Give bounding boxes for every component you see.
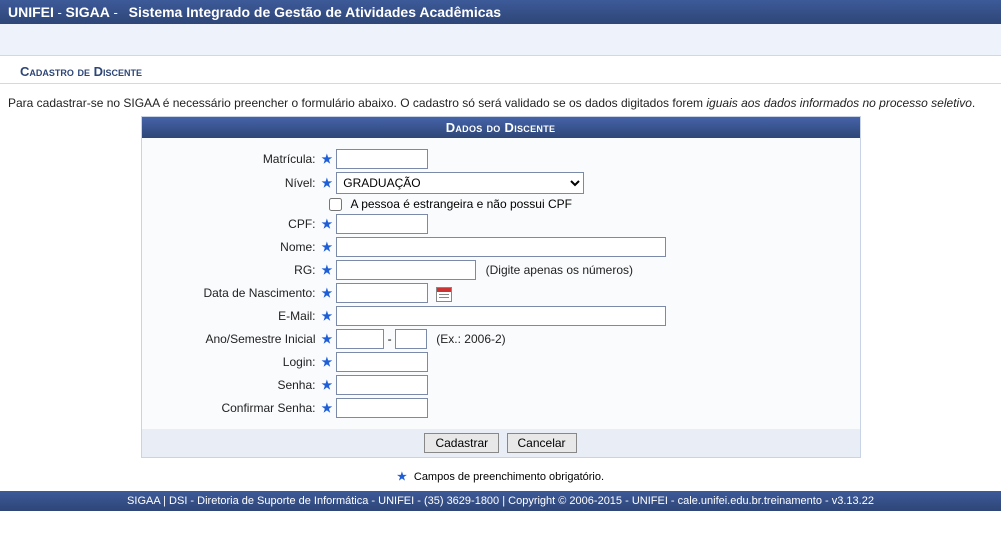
label-email: E-Mail:	[152, 309, 322, 323]
confirmar-senha-input[interactable]	[336, 398, 428, 418]
required-star: ★	[322, 152, 337, 166]
cancelar-button[interactable]: Cancelar	[507, 433, 577, 453]
calendar-icon[interactable]	[436, 287, 452, 302]
anosem-sep: -	[388, 332, 392, 346]
page-header: UNIFEI - SIGAA - Sistema Integrado de Ge…	[0, 0, 1001, 24]
form-title: Dados do Discente	[142, 117, 860, 138]
nascimento-input[interactable]	[336, 283, 428, 303]
rg-hint: (Digite apenas os números)	[486, 263, 633, 277]
label-csenha: Confirmar Senha:	[152, 401, 322, 415]
required-note: ★ Campos de preenchimento obrigatório.	[0, 458, 1001, 491]
label-estrangeiro: A pessoa é estrangeira e não possui CPF	[351, 197, 572, 211]
rg-input[interactable]	[336, 260, 476, 280]
required-star: ★	[322, 378, 337, 392]
anosem-hint: (Ex.: 2006-2)	[436, 332, 505, 346]
section-title: Cadastro de Discente	[0, 56, 1001, 84]
nome-input[interactable]	[336, 237, 666, 257]
org-name: UNIFEI	[8, 4, 54, 20]
required-star: ★	[397, 471, 411, 483]
email-input[interactable]	[336, 306, 666, 326]
matricula-input[interactable]	[336, 149, 428, 169]
cadastrar-button[interactable]: Cadastrar	[424, 433, 499, 453]
label-nome: Nome:	[152, 240, 322, 254]
label-nivel: Nível:	[152, 176, 322, 190]
label-nasc: Data de Nascimento:	[152, 286, 322, 300]
semestre-input[interactable]	[395, 329, 427, 349]
required-star: ★	[322, 309, 337, 323]
senha-input[interactable]	[336, 375, 428, 395]
nivel-select[interactable]: GRADUAÇÃO	[336, 172, 584, 194]
required-star: ★	[322, 355, 337, 369]
required-star: ★	[322, 401, 337, 415]
page-footer: SIGAA | DSI - Diretoria de Suporte de In…	[0, 491, 1001, 511]
system-name: SIGAA	[65, 4, 109, 20]
ano-input[interactable]	[336, 329, 384, 349]
header-sep: -	[113, 5, 117, 20]
label-cpf: CPF:	[152, 217, 322, 231]
intro-text: Para cadastrar-se no SIGAA é necessário …	[0, 84, 1001, 116]
cpf-input[interactable]	[336, 214, 428, 234]
required-star: ★	[322, 240, 337, 254]
label-senha: Senha:	[152, 378, 322, 392]
estrangeiro-checkbox[interactable]	[329, 198, 342, 211]
label-login: Login:	[152, 355, 322, 369]
label-anosem: Ano/Semestre Inicial	[152, 332, 322, 346]
required-star: ★	[322, 263, 337, 277]
login-input[interactable]	[336, 352, 428, 372]
label-rg: RG:	[152, 263, 322, 277]
required-star: ★	[322, 217, 337, 231]
form-container: Dados do Discente Matrícula: ★ Nível: ★ …	[141, 116, 861, 458]
header-sep: -	[58, 5, 62, 20]
label-matricula: Matrícula:	[152, 152, 322, 166]
sub-header	[0, 24, 1001, 56]
required-star: ★	[322, 286, 337, 300]
required-star: ★	[322, 176, 337, 190]
required-star: ★	[322, 332, 337, 346]
system-fullname: Sistema Integrado de Gestão de Atividade…	[129, 4, 501, 20]
